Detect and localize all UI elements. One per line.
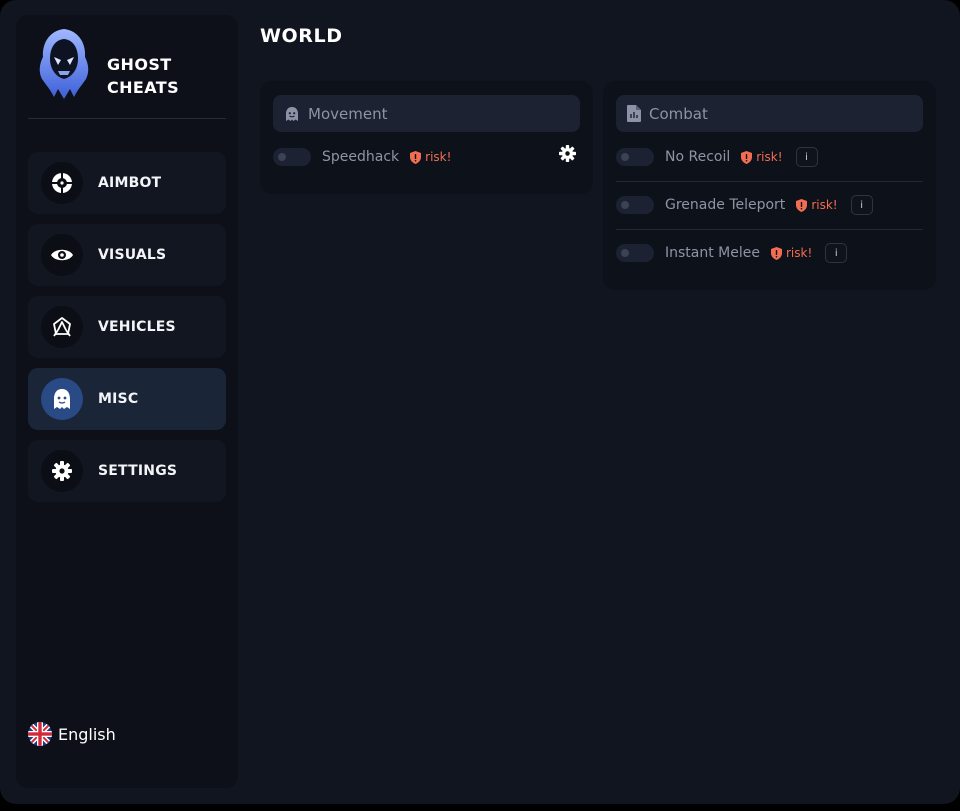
shield-warning-icon [796, 198, 808, 212]
shield-warning-icon [410, 150, 422, 164]
sidebar-item-misc[interactable]: MISC [28, 368, 226, 430]
combat-panel-header: Combat [616, 95, 923, 132]
info-button[interactable]: i [850, 195, 873, 215]
sidebar-item-visuals[interactable]: VISUALS [28, 224, 226, 286]
sidebar-item-label: AIMBOT [98, 175, 162, 191]
brand-name-line1: GHOST [107, 55, 172, 74]
sidebar-item-label: SETTINGS [98, 463, 178, 479]
feature-row-speedhack: Speedhack risk! [273, 133, 580, 181]
risk-label: risk! [811, 198, 838, 212]
combat-panel: Combat No Recoil risk! i Grenade Telepor… [603, 81, 936, 290]
page-title: WORLD [260, 25, 343, 47]
risk-badge: risk! [410, 150, 451, 164]
sidebar-item-settings[interactable]: SETTINGS [28, 440, 226, 502]
ghost-icon [284, 106, 300, 122]
sidebar-item-label: MISC [98, 391, 139, 407]
feature-row-no-recoil: No Recoil risk! i [616, 133, 923, 181]
language-selector[interactable]: English [28, 722, 116, 746]
risk-label: risk! [425, 150, 452, 164]
info-button[interactable]: i [795, 147, 818, 167]
feature-row-grenade-teleport: Grenade Teleport risk! i [616, 181, 923, 229]
brand-divider [28, 118, 226, 119]
sidebar-item-label: VEHICLES [98, 319, 176, 335]
brand: GHOST CHEATS [36, 27, 226, 107]
speedhack-settings-button[interactable] [559, 145, 576, 162]
movement-panel: Movement Speedhack risk! [260, 81, 593, 194]
sidebar-item-vehicles[interactable]: VEHICLES [28, 296, 226, 358]
gear-icon [41, 450, 83, 492]
hooded-ghost-logo [39, 29, 89, 99]
eye-icon [41, 234, 83, 276]
uk-flag-icon [28, 722, 52, 746]
vehicle-icon [41, 306, 83, 348]
shield-warning-icon [771, 246, 782, 260]
panel-title: Movement [308, 104, 388, 123]
crosshair-icon [41, 162, 83, 204]
document-icon [627, 105, 641, 122]
grenade-teleport-toggle[interactable] [616, 196, 654, 214]
feature-label: Grenade Teleport [665, 197, 786, 213]
risk-badge: risk! [741, 150, 783, 164]
brand-name-line2: CHEATS [107, 78, 180, 97]
feature-label: Instant Melee [665, 245, 760, 261]
shield-warning-icon [741, 150, 753, 164]
gear-icon [559, 145, 576, 162]
risk-label: risk! [786, 246, 813, 260]
feature-label: No Recoil [665, 149, 731, 165]
ghost-icon [41, 378, 83, 420]
feature-row-instant-melee: Instant Melee risk! i [616, 229, 923, 277]
speedhack-toggle[interactable] [273, 148, 311, 166]
sidebar-item-aimbot[interactable]: AIMBOT [28, 152, 226, 214]
sidebar-item-label: VISUALS [98, 247, 167, 263]
sidebar: GHOST CHEATS AIMBOT VISUALS VEHICLES MIS… [16, 15, 238, 788]
brand-name: GHOST CHEATS [107, 53, 227, 99]
info-button[interactable]: i [825, 243, 848, 263]
feature-label: Speedhack [322, 149, 400, 165]
risk-badge: risk! [771, 246, 812, 260]
movement-panel-header: Movement [273, 95, 580, 132]
app-window: GHOST CHEATS AIMBOT VISUALS VEHICLES MIS… [0, 0, 960, 804]
panel-title: Combat [649, 104, 708, 123]
instant-melee-toggle[interactable] [616, 244, 654, 262]
risk-badge: risk! [796, 198, 838, 212]
language-label: English [58, 724, 116, 744]
risk-label: risk! [756, 150, 783, 164]
no-recoil-toggle[interactable] [616, 148, 654, 166]
